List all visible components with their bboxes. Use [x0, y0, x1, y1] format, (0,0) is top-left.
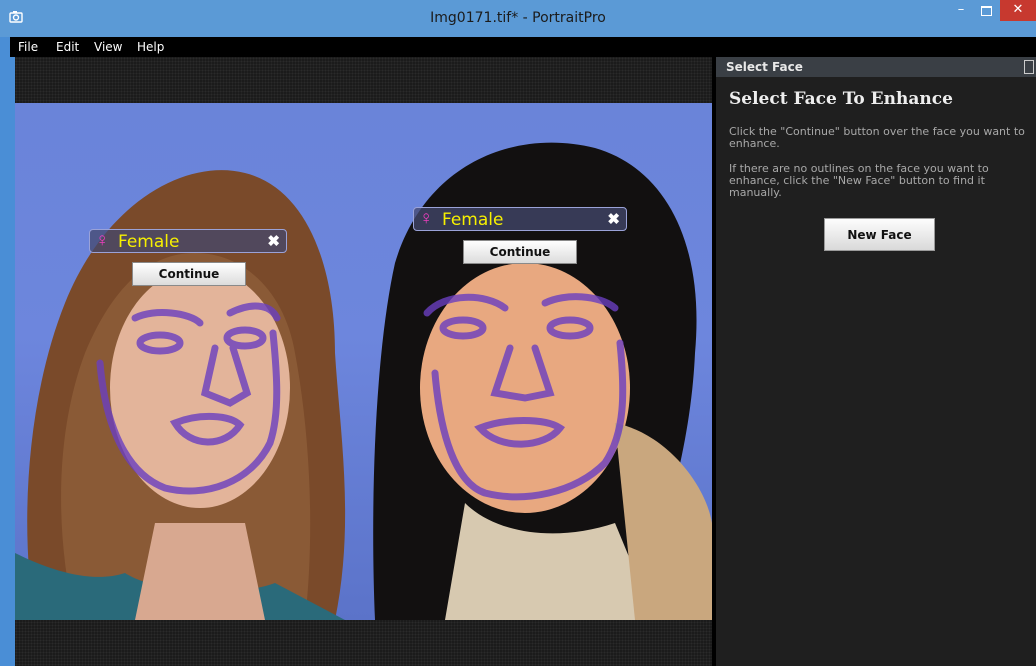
close-face-icon[interactable]: ✖ — [607, 210, 620, 228]
menu-file[interactable]: File — [18, 40, 38, 54]
close-button[interactable]: ✕ — [1000, 0, 1036, 21]
select-face-panel: Select Face Select Face To Enhance Click… — [716, 57, 1036, 666]
menu-help[interactable]: Help — [137, 40, 164, 54]
maximize-button[interactable] — [974, 0, 999, 21]
panel-header-label: Select Face — [726, 60, 803, 74]
minimize-icon: – — [957, 2, 965, 17]
panel-title: Select Face To Enhance — [729, 89, 953, 109]
continue-button-right[interactable]: Continue — [463, 240, 577, 264]
maximize-icon — [981, 6, 992, 16]
female-symbol-icon: ♀ — [419, 208, 434, 229]
continue-button-left[interactable]: Continue — [132, 262, 246, 286]
window-title: Img0171.tif* - PortraitPro — [430, 10, 606, 26]
minimize-button[interactable]: – — [948, 0, 974, 21]
instruction-text-1: Click the "Continue" button over the fac… — [729, 125, 1025, 150]
dock-icon[interactable] — [1024, 60, 1034, 74]
portrait-photo[interactable] — [15, 103, 712, 620]
menu-edit[interactable]: Edit — [56, 40, 79, 54]
menu-bar: File Edit View Help — [10, 37, 1036, 57]
portrait-illustration — [15, 142, 712, 620]
female-symbol-icon: ♀ — [95, 230, 110, 251]
title-bar: Img0171.tif* - PortraitPro – ✕ — [0, 0, 1036, 37]
new-face-button[interactable]: New Face — [824, 218, 935, 251]
face-label-left: ♀ Female ✖ — [89, 229, 287, 253]
close-icon: ✕ — [1012, 2, 1024, 17]
face-label-right: ♀ Female ✖ — [413, 207, 627, 231]
gender-label[interactable]: Female — [442, 210, 503, 230]
panel-header: Select Face — [716, 57, 1036, 77]
gender-label[interactable]: Female — [118, 232, 179, 252]
close-face-icon[interactable]: ✖ — [267, 232, 280, 250]
menu-view[interactable]: View — [94, 40, 122, 54]
instruction-text-2: If there are no outlines on the face you… — [729, 162, 989, 199]
